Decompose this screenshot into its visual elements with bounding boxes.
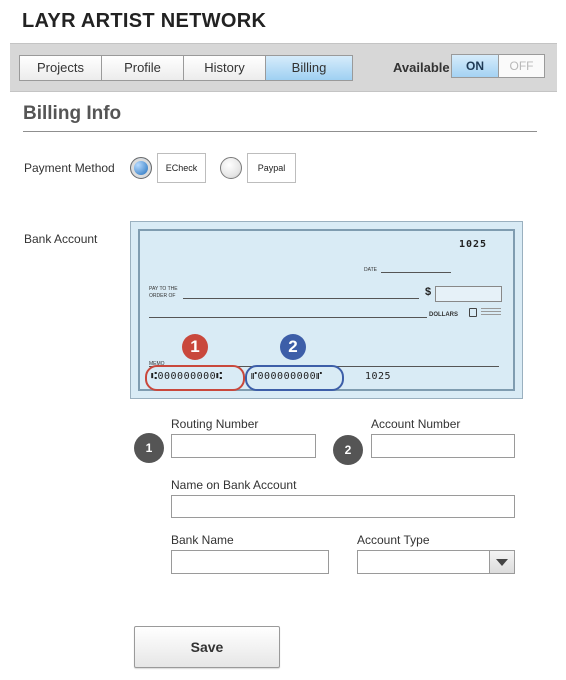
account-type-select[interactable] (357, 550, 515, 574)
save-button[interactable]: Save (134, 626, 280, 668)
name-on-account-input[interactable] (171, 495, 515, 518)
routing-micr-text: ⑆000000000⑆ (151, 371, 223, 382)
app-title: LAYR ARTIST NETWORK (22, 10, 267, 32)
account-number-input[interactable] (371, 434, 515, 458)
check-dollars-label: DOLLARS (429, 312, 458, 318)
chevron-down-icon[interactable] (489, 551, 514, 573)
bank-name-input[interactable] (171, 550, 329, 574)
tab-projects[interactable]: Projects (20, 56, 102, 80)
tab-history[interactable]: History (184, 56, 266, 80)
bank-account-label: Bank Account (24, 232, 98, 246)
check-pay-to-line2: ORDER OF (149, 293, 176, 299)
check-dollar-sign: $ (425, 286, 432, 298)
toggle-on-button[interactable]: ON (452, 55, 499, 77)
tab-billing[interactable]: Billing (266, 56, 352, 80)
payment-method-label: Payment Method (24, 161, 115, 175)
check-date-label: DATE (364, 267, 377, 273)
paypal-option[interactable]: Paypal (247, 153, 296, 183)
account-number-label: Account Number (371, 417, 461, 431)
account-callout-badge: 2 (280, 334, 306, 360)
bank-name-label: Bank Name (171, 533, 234, 547)
check-number: 1025 (459, 239, 488, 250)
paypal-radio[interactable] (220, 157, 242, 179)
sample-check-image: 1025 DATE PAY TO THE ORDER OF $ DOLLARS … (130, 221, 523, 399)
check-amount-line (149, 317, 427, 318)
tab-profile[interactable]: Profile (102, 56, 184, 80)
check-pay-to-line1: PAY TO THE (149, 286, 178, 292)
toggle-off-button[interactable]: OFF (499, 55, 544, 77)
routing-number-label: Routing Number (171, 417, 259, 431)
routing-step-badge: 1 (134, 433, 164, 463)
check-micr-number: 1025 (365, 371, 392, 382)
echeck-radio[interactable] (130, 157, 152, 179)
check-payee-line (183, 298, 419, 299)
routing-number-input[interactable] (171, 434, 316, 458)
name-on-account-label: Name on Bank Account (171, 478, 297, 492)
account-micr-text: ⑈000000000⑈ (251, 371, 323, 382)
account-step-badge: 2 (333, 435, 363, 465)
check-date-line (381, 272, 451, 273)
account-type-label: Account Type (357, 533, 430, 547)
echeck-option[interactable]: ECheck (157, 153, 206, 183)
section-divider (23, 131, 537, 132)
top-navbar: Projects Profile History Billing Availab… (10, 43, 557, 92)
check-amount-box (435, 286, 502, 302)
security-text-icon (481, 308, 501, 316)
check-signature-line (331, 366, 499, 367)
lock-icon (469, 308, 477, 317)
availability-label: Available (393, 60, 450, 75)
tab-bar: Projects Profile History Billing (19, 55, 353, 81)
availability-toggle[interactable]: ON OFF (451, 54, 545, 78)
page-title: Billing Info (23, 103, 122, 124)
routing-callout-badge: 1 (182, 334, 208, 360)
